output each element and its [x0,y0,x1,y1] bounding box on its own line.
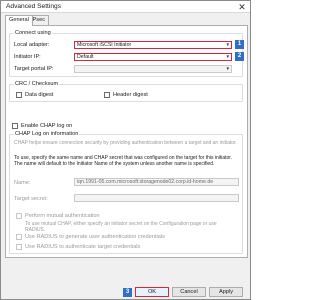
local-adapter-label: Local adapter: [14,42,50,48]
chap-name-label: Name: [14,180,31,186]
local-adapter-select[interactable]: Microsoft iSCSI Initiator ▼ [74,41,232,49]
radius-target-label: Use RADIUS to authenticate target creden… [25,244,141,250]
data-digest-label: Data digest [25,92,54,98]
ok-button[interactable]: OK [135,287,169,297]
mutual-auth-description: To use mutual CHAP, either specify an in… [25,221,217,234]
initiator-ip-value: Default [77,54,94,60]
chevron-down-icon: ▼ [225,54,230,59]
chap-description: CHAP helps ensure connection security by… [14,140,237,146]
tab-general[interactable]: General [5,15,33,26]
enable-chap-checkbox[interactable] [12,123,18,129]
step-badge-3: 3 [123,288,132,297]
general-panel: Connect using Local adapter: Microsoft i… [5,25,248,258]
initiator-ip-label: Initiator IP: [14,54,41,60]
header-digest-checkbox[interactable] [104,92,110,98]
mutual-auth-label: Perform mutual authentication [25,213,100,219]
target-secret-label: Target secret: [14,196,48,202]
chevron-down-icon: ▼ [225,66,230,71]
local-adapter-value: Microsoft iSCSI Initiator [77,42,132,48]
data-digest-checkbox[interactable] [16,92,22,98]
target-secret-field[interactable] [74,194,239,202]
target-portal-label: Target portal IP: [14,66,54,72]
step-badge-2: 2 [235,52,244,61]
initiator-ip-select[interactable]: Default ▼ [74,53,232,61]
advanced-settings-window: Advanced Settings ✕ General IPsec Connec… [0,0,251,300]
target-portal-select[interactable]: ▼ [74,65,232,73]
radius-user-label: Use RADIUS to generate user authenticati… [25,234,165,240]
chevron-down-icon: ▼ [225,42,230,47]
title-bar: Advanced Settings ✕ [1,1,250,13]
crc-checksum-label: CRC / Checksum [14,81,60,87]
enable-chap-label: Enable CHAP log on [21,123,73,129]
crc-checksum-group: CRC / Checksum Data digest Header digest [9,81,243,102]
chap-logon-label: CHAP Log on information [14,131,80,137]
chap-name-field[interactable]: iqn.1991-05.com.microsoft:storagenode02.… [74,178,239,186]
radius-target-checkbox[interactable] [16,244,22,250]
apply-button[interactable]: Apply [209,287,243,297]
mutual-auth-checkbox[interactable] [16,213,22,219]
step-badge-1: 1 [235,40,244,49]
chap-logon-group: CHAP Log on information CHAP helps ensur… [9,131,243,254]
header-digest-label: Header digest [113,92,148,98]
close-icon[interactable]: ✕ [237,2,247,12]
chap-instructions: To use, specify the same name and CHAP s… [14,155,233,168]
radius-user-checkbox[interactable] [16,234,22,240]
cancel-button[interactable]: Cancel [172,287,206,297]
window-title: Advanced Settings [6,3,61,10]
connect-using-label: Connect using [14,30,52,36]
connect-using-group: Connect using Local adapter: Microsoft i… [9,30,244,77]
